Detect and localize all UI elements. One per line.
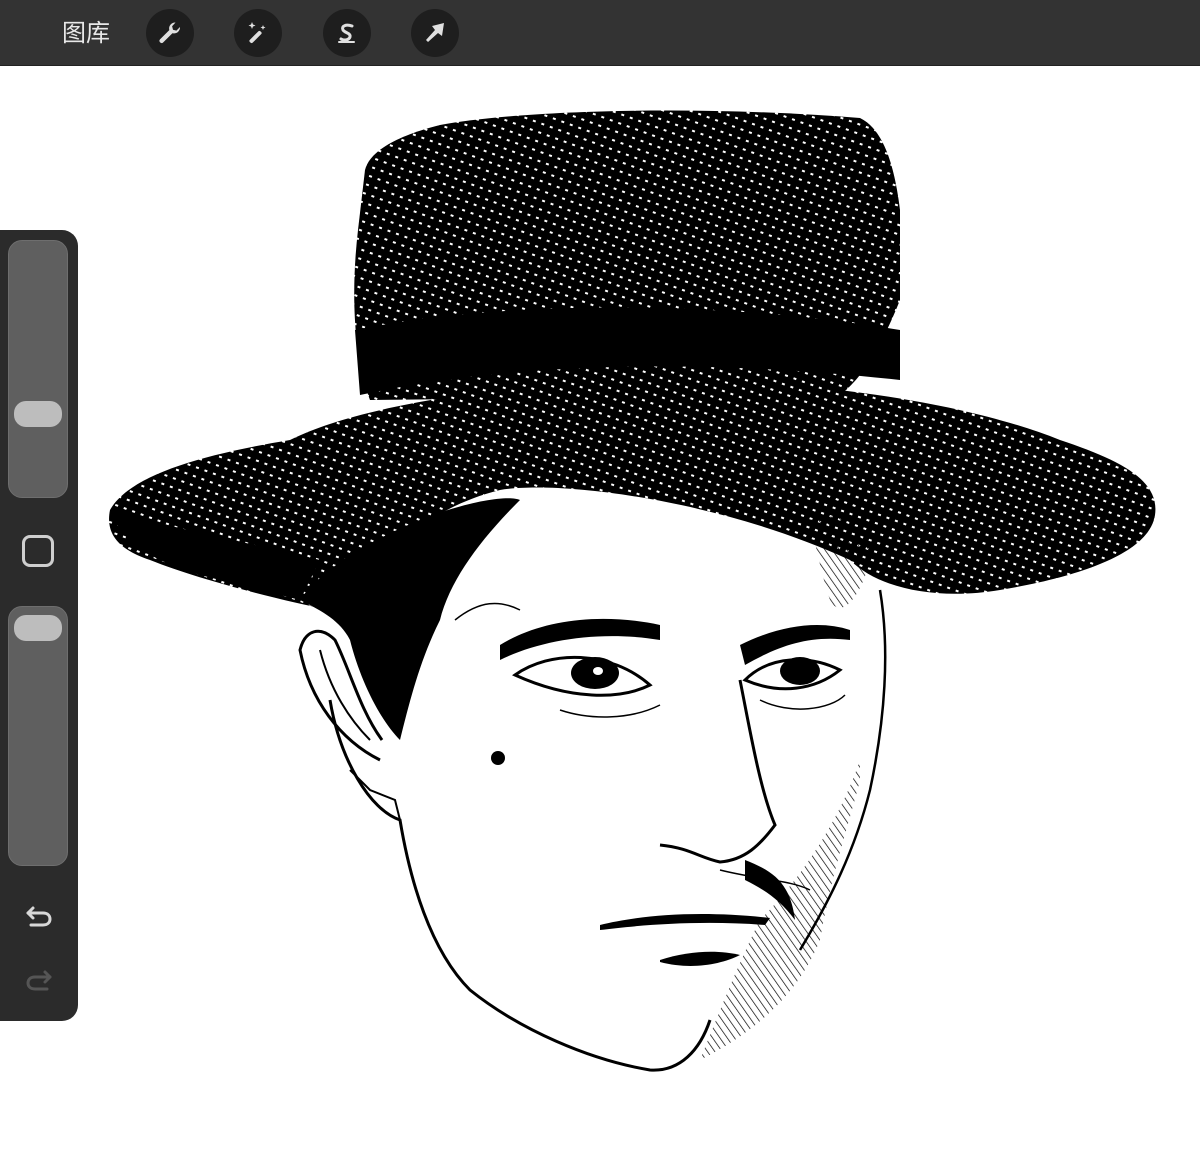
side-toolbar [0,230,78,1021]
modify-button[interactable] [22,535,54,567]
wrench-icon [159,22,181,44]
sketch-artwork [109,110,1156,1072]
actions-button[interactable] [146,9,194,57]
selection-s-icon [338,23,355,43]
transform-button[interactable] [411,9,459,57]
undo-button[interactable] [19,896,59,936]
magic-wand-icon [248,22,266,44]
opacity-slider[interactable] [8,606,68,866]
adjustments-button[interactable] [234,9,282,57]
redo-icon [26,970,52,991]
arrow-cursor-icon [426,23,444,42]
redo-button[interactable] [19,960,59,1000]
gallery-button[interactable]: 图库 [62,17,110,49]
cheek-shading [700,760,860,1060]
drawing-canvas[interactable] [0,66,1200,1155]
mouth [600,914,770,930]
opacity-thumb[interactable] [14,615,62,641]
nose [659,679,777,864]
undo-icon [26,906,52,927]
brush-size-thumb[interactable] [14,401,62,427]
brush-size-slider[interactable] [8,240,68,498]
selection-button[interactable] [323,9,371,57]
face-outline [328,699,712,1072]
beauty-mark [491,751,505,765]
left-eyebrow [500,618,660,660]
top-toolbar: 图库 [0,0,1200,66]
